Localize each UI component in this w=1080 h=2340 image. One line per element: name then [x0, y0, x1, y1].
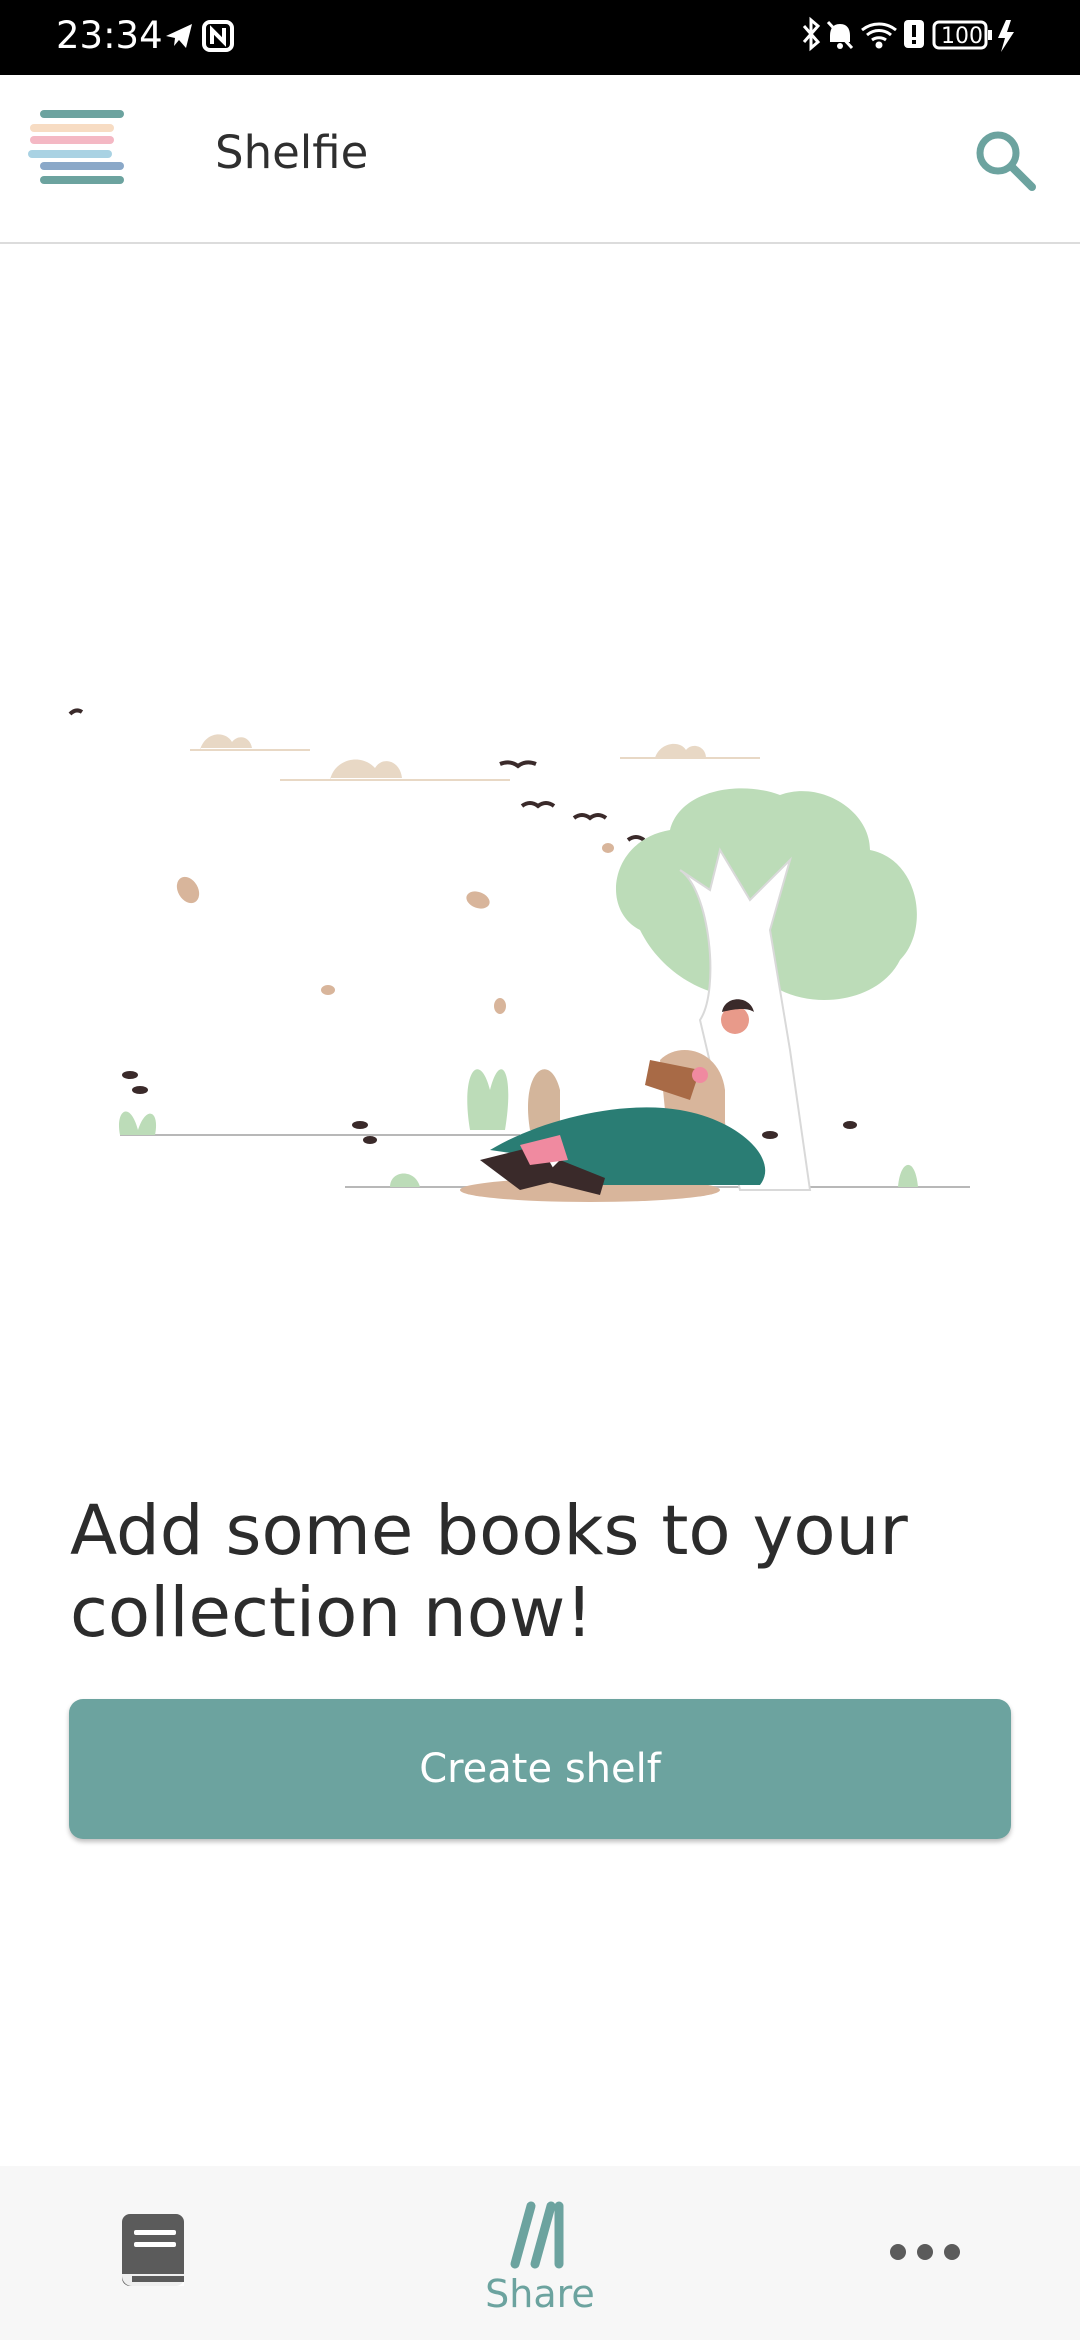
telegram-icon — [166, 24, 192, 48]
bell-off-icon — [826, 20, 854, 50]
person-reading-under-tree-illustration — [68, 708, 970, 1202]
charging-icon — [998, 20, 1014, 52]
status-right-icons: 100 — [802, 16, 1014, 52]
bottom-navigation: Share — [0, 2166, 1080, 2340]
app-bar: Shelfie — [0, 75, 1080, 244]
nav-share-label: Share — [485, 2272, 595, 2316]
book-icon — [122, 2214, 184, 2286]
hamburger-menu-icon[interactable] — [28, 110, 144, 210]
create-shelf-button[interactable]: Create shelf — [69, 1699, 1011, 1839]
app-title: Shelfie — [215, 126, 369, 179]
wifi-icon — [861, 22, 897, 49]
rock — [527, 1069, 560, 1130]
search-icon[interactable] — [972, 127, 1040, 195]
battery-icon: 100 — [932, 20, 992, 50]
nav-share[interactable]: Share — [470, 2200, 610, 2320]
clouds — [190, 734, 760, 781]
status-bar: 23:34 100 — [0, 0, 1080, 75]
alert-icon — [904, 20, 924, 48]
nav-books[interactable] — [118, 2212, 190, 2292]
empty-state-headline: Add some books to your collection now! — [70, 1491, 908, 1653]
share-icon — [510, 2201, 564, 2269]
bluetooth-icon — [802, 16, 821, 52]
battery-level: 100 — [941, 24, 983, 49]
status-left-icons — [166, 20, 234, 52]
nav-more[interactable] — [888, 2232, 962, 2272]
status-time: 23:34 — [56, 14, 163, 57]
more-icon — [890, 2244, 960, 2260]
nfc-icon — [202, 20, 234, 52]
